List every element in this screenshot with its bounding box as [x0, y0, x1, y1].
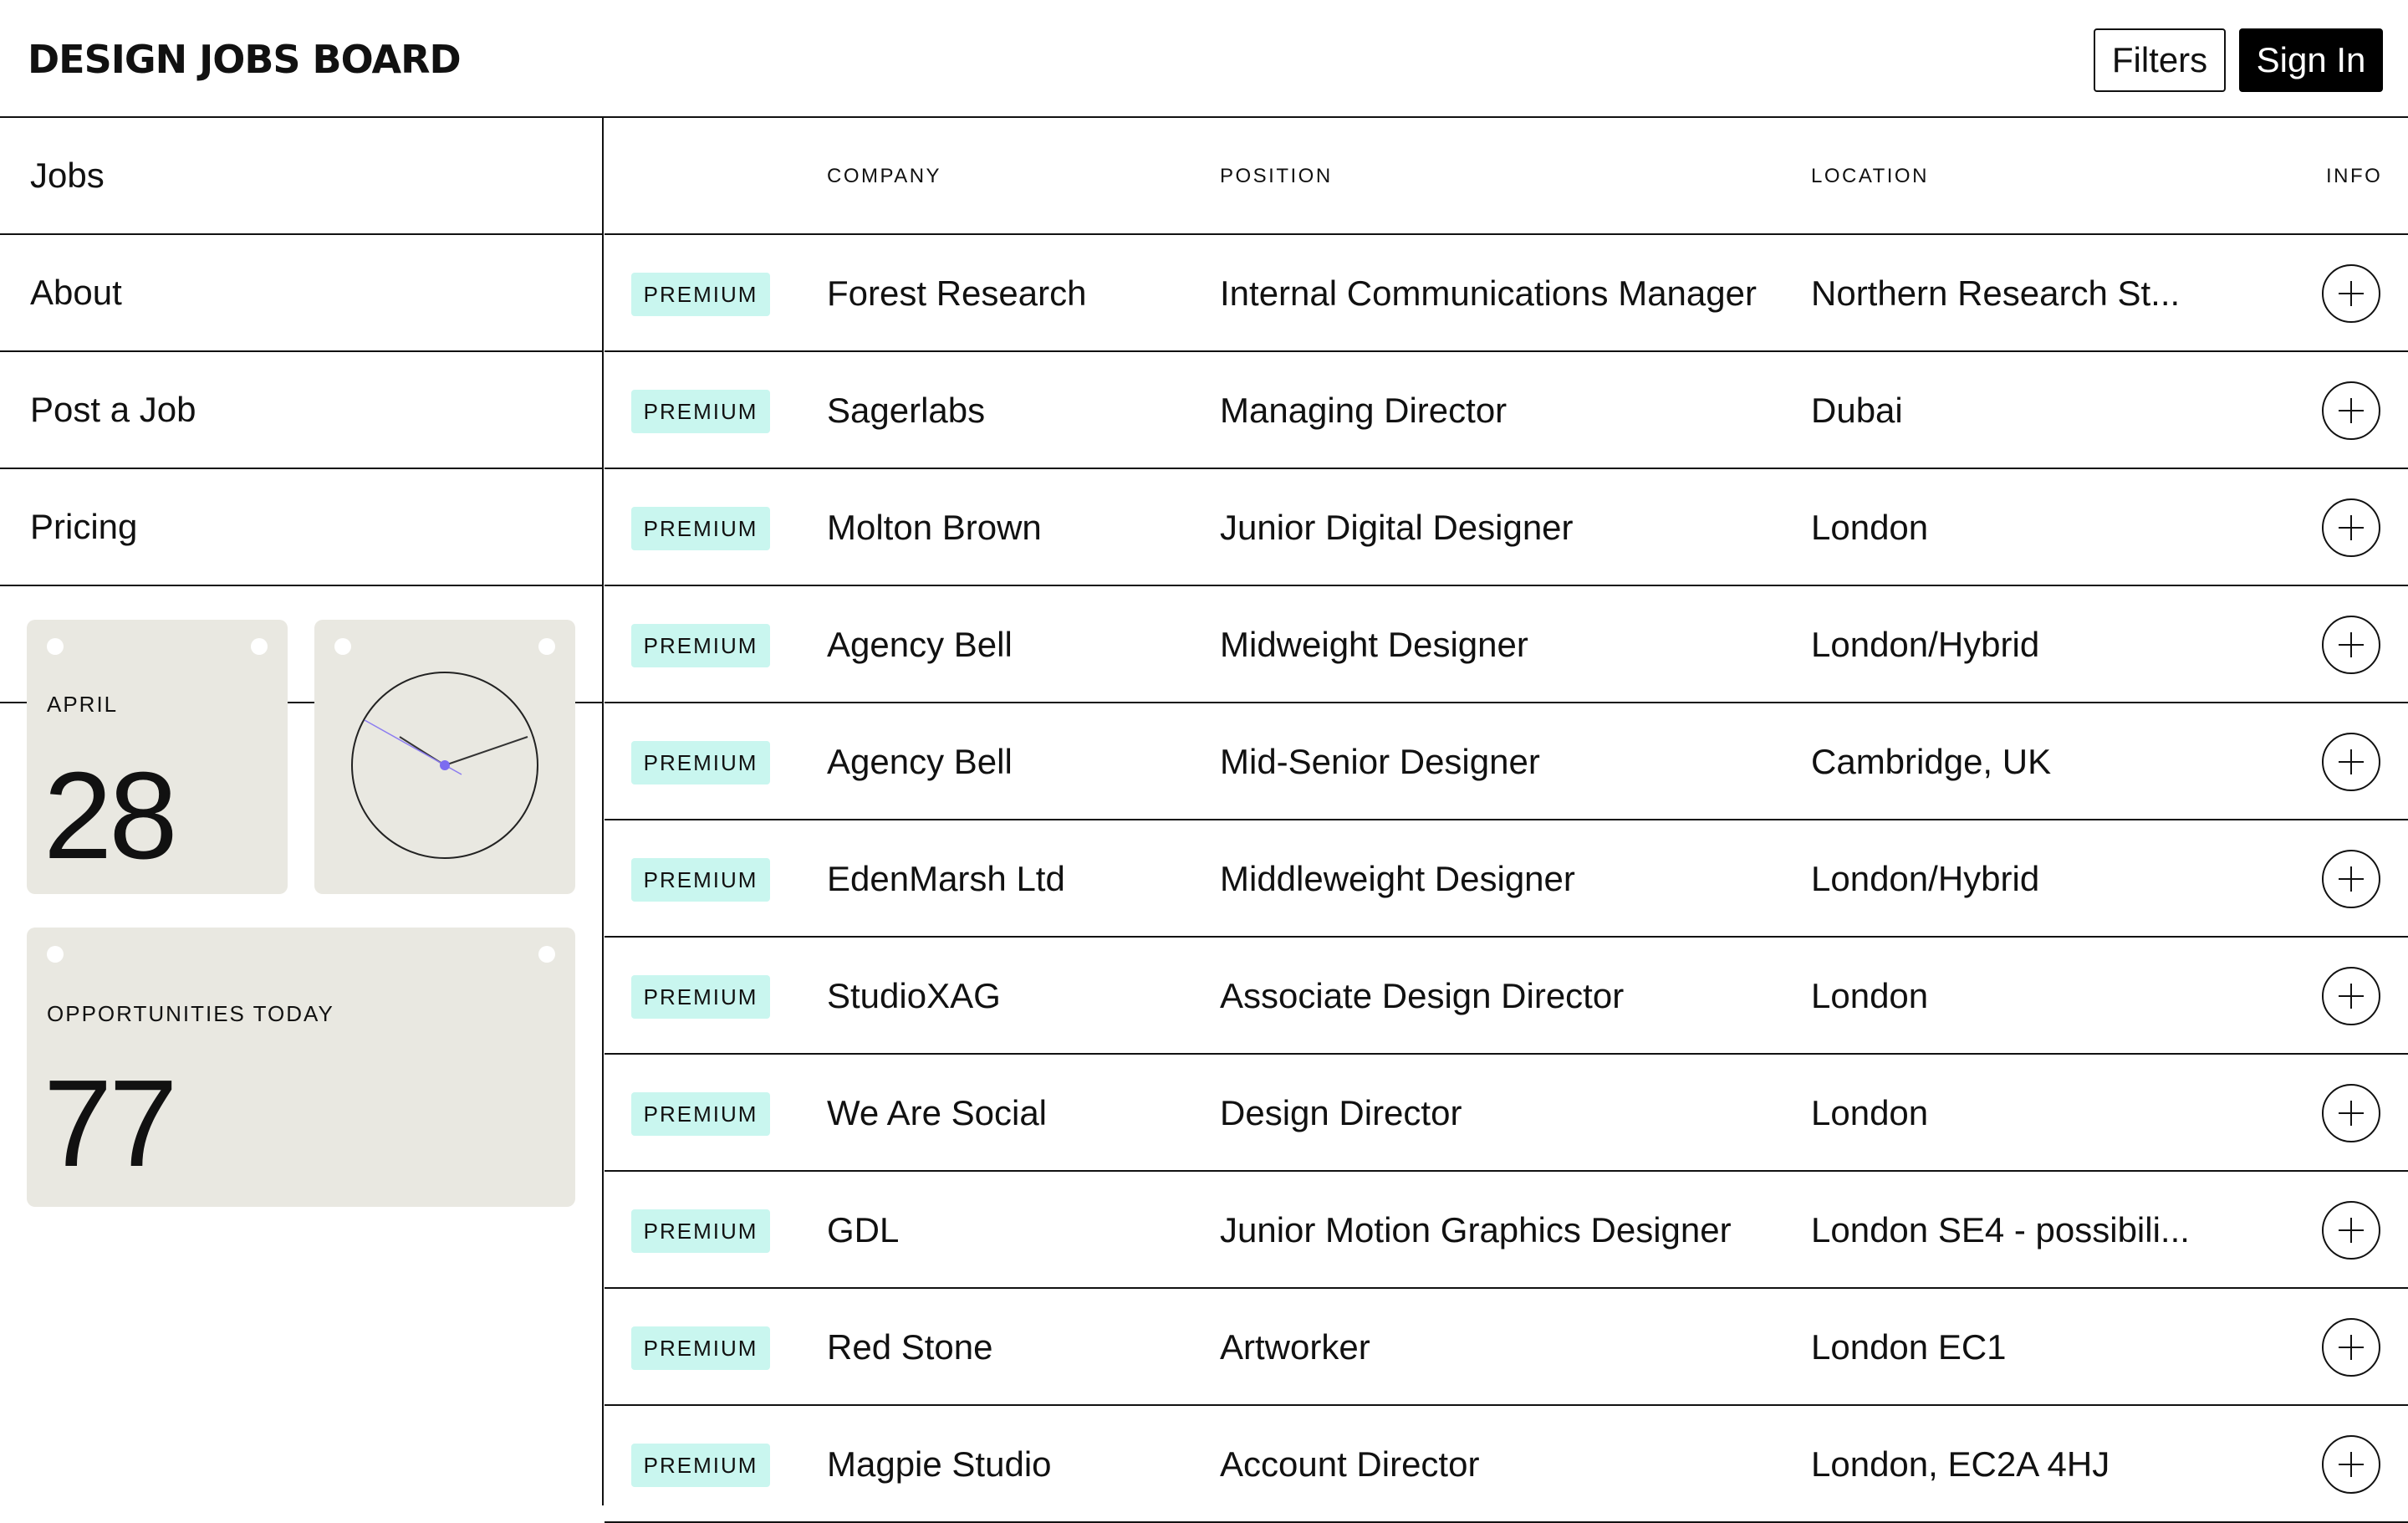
location-cell: London/Hybrid: [1811, 625, 2040, 664]
position-cell: Associate Design Director: [1220, 976, 1625, 1015]
company-cell: Red Stone: [827, 1327, 993, 1367]
expand-plus-icon[interactable]: [2322, 1084, 2380, 1142]
premium-badge: PREMIUM: [631, 273, 770, 316]
sidebar-item-about[interactable]: About: [0, 235, 602, 352]
expand-plus-icon[interactable]: [2322, 733, 2380, 791]
sidebar-item-post-a-job[interactable]: Post a Job: [0, 352, 602, 469]
table-row[interactable]: PREMIUM Molton Brown Junior Digital Desi…: [605, 469, 2408, 586]
widget-pin-dot: [47, 946, 64, 963]
position-cell: Design Director: [1220, 1093, 1462, 1132]
company-cell: GDL: [827, 1210, 900, 1250]
expand-plus-icon[interactable]: [2322, 967, 2380, 1025]
table-row[interactable]: PREMIUM Magpie Studio Account Director L…: [605, 1406, 2408, 1523]
header-position: POSITION: [1220, 165, 1333, 187]
opportunities-label: OPPORTUNITIES TODAY: [47, 1001, 334, 1026]
position-cell: Junior Digital Designer: [1220, 508, 1574, 547]
position-cell: Account Director: [1220, 1444, 1480, 1484]
premium-badge: PREMIUM: [631, 1444, 770, 1487]
company-cell: We Are Social: [827, 1093, 1048, 1132]
location-cell: London SE4 - possibili...: [1811, 1210, 2190, 1250]
expand-plus-icon[interactable]: [2322, 850, 2380, 908]
header-location: LOCATION: [1811, 165, 1929, 187]
premium-badge: PREMIUM: [631, 975, 770, 1019]
location-cell: London/Hybrid: [1811, 859, 2040, 898]
header-company: COMPANY: [827, 165, 942, 187]
company-cell: Agency Bell: [827, 742, 1013, 781]
date-month: APRIL: [47, 692, 119, 717]
filters-button[interactable]: Filters: [2094, 28, 2226, 92]
header-info: INFO: [2326, 165, 2383, 187]
company-cell: Forest Research: [827, 273, 1087, 313]
premium-badge: PREMIUM: [631, 1092, 770, 1136]
location-cell: Dubai: [1811, 391, 1903, 430]
expand-plus-icon[interactable]: [2322, 381, 2380, 440]
company-cell: Molton Brown: [827, 508, 1042, 547]
position-cell: Mid-Senior Designer: [1220, 742, 1540, 781]
location-cell: London: [1811, 976, 1929, 1015]
opportunities-count: 77: [43, 1055, 178, 1193]
location-cell: London: [1811, 508, 1929, 547]
table-row[interactable]: PREMIUM EdenMarsh Ltd Middleweight Desig…: [605, 820, 2408, 938]
premium-badge: PREMIUM: [631, 1209, 770, 1253]
table-header: COMPANY POSITION LOCATION INFO: [605, 118, 2408, 235]
premium-badge: PREMIUM: [631, 624, 770, 667]
company-cell: EdenMarsh Ltd: [827, 859, 1065, 898]
table-row[interactable]: PREMIUM GDL Junior Motion Graphics Desig…: [605, 1172, 2408, 1289]
expand-plus-icon[interactable]: [2322, 1435, 2380, 1494]
expand-plus-icon[interactable]: [2322, 1201, 2380, 1260]
location-cell: London EC1: [1811, 1327, 2007, 1367]
site-logo[interactable]: DESIGN JOBS BOARD: [28, 35, 462, 84]
location-cell: London: [1811, 1093, 1929, 1132]
position-cell: Managing Director: [1220, 391, 1508, 430]
expand-plus-icon[interactable]: [2322, 616, 2380, 674]
premium-badge: PREMIUM: [631, 741, 770, 784]
table-row[interactable]: PREMIUM We Are Social Design Director Lo…: [605, 1055, 2408, 1172]
location-cell: Cambridge, UK: [1811, 742, 2052, 781]
date-widget: APRIL 28: [27, 620, 288, 894]
clock-widget: [314, 620, 575, 894]
table-row[interactable]: PREMIUM Forest Research Internal Communi…: [605, 235, 2408, 352]
company-cell: StudioXAG: [827, 976, 1001, 1015]
premium-badge: PREMIUM: [631, 390, 770, 433]
sidebar-item-jobs[interactable]: Jobs: [0, 118, 602, 235]
premium-badge: PREMIUM: [631, 507, 770, 550]
position-cell: Junior Motion Graphics Designer: [1220, 1210, 1732, 1250]
location-cell: London, EC2A 4HJ: [1811, 1444, 2110, 1484]
sidebar-item-pricing[interactable]: Pricing: [0, 469, 602, 586]
sign-in-button[interactable]: Sign In: [2239, 28, 2383, 92]
company-cell: Agency Bell: [827, 625, 1013, 664]
position-cell: Internal Communications Manager: [1220, 273, 1757, 313]
position-cell: Middleweight Designer: [1220, 859, 1575, 898]
table-row[interactable]: PREMIUM Red Stone Artworker London EC1: [605, 1289, 2408, 1406]
position-cell: Midweight Designer: [1220, 625, 1528, 664]
table-row[interactable]: PREMIUM Sagerlabs Managing Director Duba…: [605, 352, 2408, 469]
company-cell: Magpie Studio: [827, 1444, 1052, 1484]
expand-plus-icon[interactable]: [2322, 498, 2380, 557]
widget-pin-dot: [47, 638, 64, 655]
premium-badge: PREMIUM: [631, 858, 770, 902]
company-cell: Sagerlabs: [827, 391, 986, 430]
widget-pin-dot: [538, 946, 555, 963]
location-cell: Northern Research St...: [1811, 273, 2181, 313]
expand-plus-icon[interactable]: [2322, 1318, 2380, 1377]
table-row[interactable]: PREMIUM Agency Bell Midweight Designer L…: [605, 586, 2408, 703]
top-header: DESIGN JOBS BOARD Filters Sign In: [0, 0, 2408, 118]
analog-clock-icon: [351, 672, 538, 859]
expand-plus-icon[interactable]: [2322, 264, 2380, 323]
position-cell: Artworker: [1220, 1327, 1370, 1367]
table-row[interactable]: PREMIUM Agency Bell Mid-Senior Designer …: [605, 703, 2408, 820]
date-day: 28: [43, 747, 178, 885]
widget-pin-dot: [251, 638, 268, 655]
jobs-table: COMPANY POSITION LOCATION INFO PREMIUM F…: [605, 118, 2408, 1523]
premium-badge: PREMIUM: [631, 1326, 770, 1370]
table-row[interactable]: PREMIUM StudioXAG Associate Design Direc…: [605, 938, 2408, 1055]
opportunities-widget: OPPORTUNITIES TODAY 77: [27, 928, 575, 1207]
